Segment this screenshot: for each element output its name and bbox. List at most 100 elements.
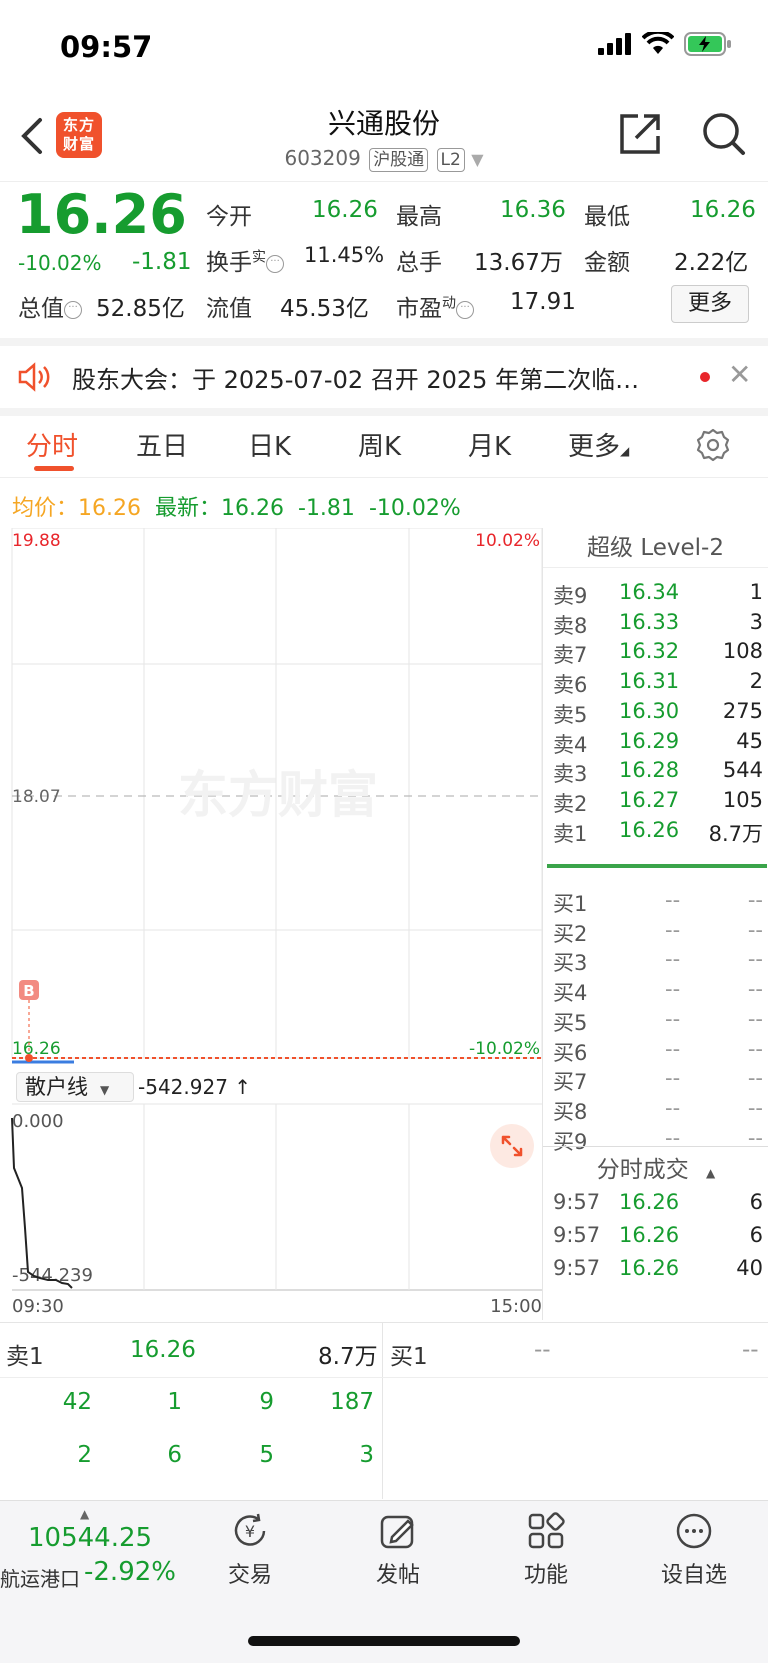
volume-value: 13.67万: [474, 250, 563, 276]
bid-row[interactable]: 买1 -- --: [553, 888, 765, 918]
ask-price: 16.33: [619, 609, 680, 634]
bid-row[interactable]: 买5 -- --: [553, 1007, 765, 1037]
sub-bottom-label: -544.239: [12, 1265, 93, 1286]
ask-row[interactable]: 卖3 16.28 544: [553, 758, 765, 788]
indicator-selector[interactable]: 散户线 ▼: [16, 1072, 134, 1102]
more-button[interactable]: 更多: [671, 285, 749, 323]
notice-bar[interactable]: 股东大会：于 2025-07-02 召开 2025 年第二次临… ✕: [0, 346, 768, 408]
bid-volume: --: [747, 947, 763, 972]
ask-row[interactable]: 卖7 16.32 108: [553, 639, 765, 669]
avg-label: 均价：: [12, 496, 79, 521]
trade-icon: ¥: [234, 1513, 266, 1546]
ask-level-label: 卖1: [553, 821, 588, 846]
change-percent: -10.02%: [18, 251, 102, 275]
ask-level-label: 卖6: [553, 673, 588, 698]
trades-title[interactable]: 分时成交 ▲: [543, 1150, 768, 1184]
level2-title[interactable]: 超级 Level-2: [543, 528, 768, 568]
ask-row[interactable]: 卖1 16.26 8.7万: [553, 818, 765, 848]
index-percent[interactable]: -2.92%: [84, 1557, 176, 1587]
ask-level-label: 卖8: [553, 613, 588, 638]
edit-icon: [380, 1515, 414, 1549]
share-icon[interactable]: [618, 112, 662, 156]
bid-row[interactable]: 买6 -- --: [553, 1037, 765, 1067]
trade-price: 16.26: [619, 1256, 680, 1280]
tab-monthly-k[interactable]: 月K: [468, 426, 511, 463]
last-change: -1.81: [298, 496, 355, 521]
bid-row[interactable]: 买7 -- --: [553, 1066, 765, 1096]
tab-weekly-k[interactable]: 周K: [358, 426, 401, 463]
index-value[interactable]: 10544.25: [28, 1523, 152, 1553]
intraday-chart[interactable]: 东方财富 19.88 10.02% 18.07 16.26 -10.02% B …: [0, 527, 543, 1320]
more-info-icon[interactable]: ···: [456, 301, 474, 319]
bid-row[interactable]: 买4 -- --: [553, 977, 765, 1007]
more-info-icon[interactable]: ···: [64, 301, 82, 319]
ask-row[interactable]: 卖2 16.27 105: [553, 788, 765, 818]
tab-more[interactable]: 更多◢: [568, 426, 629, 463]
function-button[interactable]: 功能: [486, 1511, 606, 1589]
close-icon[interactable]: ✕: [728, 358, 751, 391]
bid-level-label: 买8: [553, 1099, 588, 1124]
bid-row[interactable]: 买3 -- --: [553, 947, 765, 977]
tab-intraday[interactable]: 分时: [26, 426, 78, 463]
bid-level-label: 买3: [553, 951, 588, 976]
ask-row[interactable]: 卖9 16.34 1: [553, 580, 765, 610]
chart-canvas[interactable]: 东方财富 19.88 10.02% 18.07 16.26 -10.02% B …: [0, 527, 543, 1320]
avg-value: 16.26: [78, 496, 141, 521]
x-end-label: 15:00: [490, 1296, 542, 1317]
post-button[interactable]: 发帖: [338, 1511, 458, 1589]
ask-price: 16.26: [619, 817, 680, 842]
float-label: 流值: [206, 296, 252, 322]
ask-level-label: 卖3: [553, 762, 588, 787]
ask-row[interactable]: 卖5 16.30 275: [553, 699, 765, 729]
tag-level2: L2: [436, 148, 465, 172]
open-label: 今开: [206, 204, 252, 230]
trade-button[interactable]: ¥ 交易: [190, 1511, 310, 1589]
trade-row: 9:57 16.26 6: [553, 1223, 765, 1253]
dropdown-icon[interactable]: ▼: [471, 150, 483, 169]
tab-daily-k[interactable]: 日K: [248, 426, 291, 463]
bid-price: --: [665, 1006, 681, 1031]
last-value: 16.26: [221, 496, 284, 521]
queue-order-volume: 6: [167, 1442, 182, 1468]
queue-order-volume: 1: [167, 1389, 182, 1415]
tab-underline: [34, 466, 74, 471]
lower-bid-label: 买1: [390, 1344, 428, 1370]
bid-volume: --: [747, 977, 763, 1002]
trade-time: 9:57: [553, 1256, 601, 1280]
ask-volume: 275: [722, 698, 763, 723]
indicator-value: -542.927 ↑: [138, 1075, 252, 1099]
sub-top-label: 0.000: [12, 1111, 64, 1132]
pe-label: 市盈动 ···: [396, 289, 474, 323]
ask-row[interactable]: 卖8 16.33 3: [553, 610, 765, 640]
ask-row[interactable]: 卖4 16.29 45: [553, 729, 765, 759]
expand-up-icon[interactable]: ▲: [80, 1507, 89, 1521]
low-value: 16.26: [690, 197, 756, 223]
low-label: 最低: [584, 204, 630, 230]
grid-icon: [528, 1512, 565, 1549]
unread-dot: [700, 372, 710, 382]
settings-gear-icon[interactable]: [696, 428, 730, 462]
tab-five-day[interactable]: 五日: [136, 426, 188, 463]
more-info-icon[interactable]: ···: [266, 255, 284, 273]
bid-level-label: 买1: [553, 892, 588, 916]
wifi-icon: [642, 32, 674, 54]
ask-price: 16.27: [619, 787, 680, 812]
bid-row[interactable]: 买2 -- --: [553, 918, 765, 948]
ask-row[interactable]: 卖6 16.31 2: [553, 669, 765, 699]
bid-level-label: 买5: [553, 1010, 588, 1035]
queue-order-volume: 5: [259, 1442, 274, 1468]
lower-bid-volume: --: [742, 1337, 759, 1363]
book-divider: [547, 864, 767, 868]
signal-icon: [598, 33, 631, 55]
add-watchlist-button[interactable]: 设自选: [634, 1511, 754, 1589]
bid-row[interactable]: 买8 -- --: [553, 1096, 765, 1126]
search-icon[interactable]: [702, 112, 746, 156]
y-top-pct-label: 10.02%: [475, 531, 540, 551]
tag-hk-connect: 沪股通: [369, 148, 429, 172]
bid-price: --: [665, 1095, 681, 1120]
trade-volume: 6: [749, 1190, 763, 1214]
expand-icon[interactable]: [490, 1124, 534, 1168]
index-name[interactable]: 航运港口: [0, 1563, 80, 1592]
bid-price: --: [665, 947, 681, 972]
trade-row: 9:57 16.26 40: [553, 1256, 765, 1286]
